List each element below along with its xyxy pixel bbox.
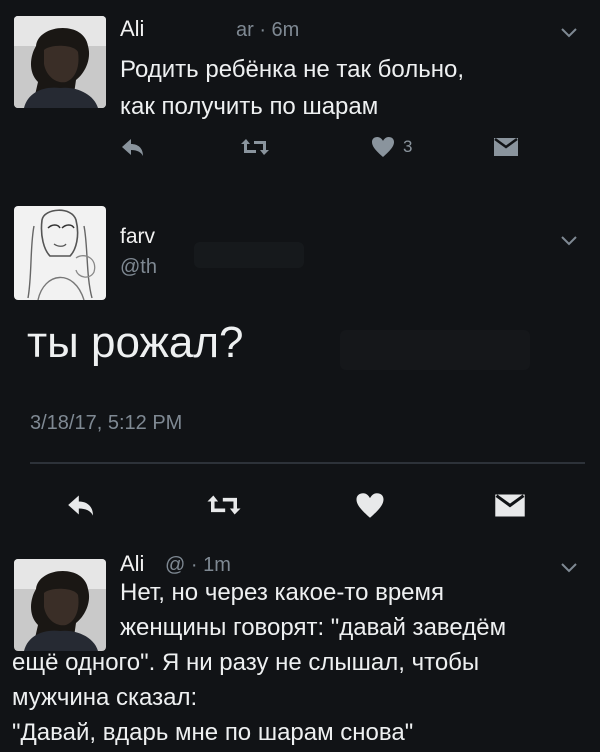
tweet-actions <box>0 492 600 522</box>
blurred-region <box>340 330 530 370</box>
tweet-2[interactable]: farv @th ты рожал? 3/18/17, 5:12 PM <box>0 190 600 540</box>
retweet-icon <box>241 139 269 155</box>
retweet-icon <box>207 495 241 515</box>
tweet-text-line: Родить ребёнка не так больно, <box>120 56 465 83</box>
reply-button[interactable] <box>64 492 96 518</box>
tweet-text: Родить ребёнка не так больно, как получи… <box>120 51 590 125</box>
direct-message-button[interactable] <box>494 492 526 519</box>
tweet-text: ты рожал? <box>27 318 244 367</box>
chevron-down-icon[interactable] <box>561 563 577 573</box>
direct-message-icon <box>494 137 518 156</box>
avatar[interactable] <box>14 206 106 300</box>
avatar-photo <box>14 16 106 108</box>
like-button[interactable] <box>355 492 385 519</box>
direct-message-button[interactable] <box>493 136 519 158</box>
tweet-date: 3/18/17, 5:12 PM <box>30 412 183 434</box>
reply-icon <box>68 495 93 516</box>
tweet-meta: @ · 1m <box>165 554 231 576</box>
tweet-text-line: "Давай, вдарь мне по шарам снова" <box>12 719 414 746</box>
blurred-region <box>194 242 304 268</box>
tweet-text-line: как получить по шарам <box>120 93 379 120</box>
author-name[interactable]: Ali <box>120 551 144 577</box>
like-count: 3 <box>403 137 413 156</box>
chevron-down-icon[interactable] <box>561 236 577 246</box>
author-handle[interactable]: @th <box>120 256 157 279</box>
tweet-text-line: женщины говорят: "давай заведём <box>120 614 507 641</box>
tweet-text-line: мужчина сказал: <box>12 684 198 711</box>
reply-icon <box>122 139 143 156</box>
tweet-3[interactable]: Ali @ · 1m Нет, но через какое-то время … <box>0 545 600 752</box>
reply-button[interactable] <box>119 136 145 158</box>
author-name[interactable]: Ali <box>120 16 144 42</box>
heart-icon <box>356 493 384 518</box>
tweet-1[interactable]: Ali ar · 6m Родить ребёнка не так больно… <box>0 0 600 185</box>
divider <box>30 462 585 464</box>
avatar[interactable] <box>14 16 106 108</box>
like-button[interactable]: 3 <box>371 136 412 158</box>
author-name[interactable]: farv <box>120 225 155 249</box>
tweet-text-line: ещё одного". Я ни разу не слышал, чтобы <box>12 649 480 676</box>
heart-icon <box>372 137 394 157</box>
tweet-text: Нет, но через какое-то время женщины гов… <box>0 575 600 750</box>
retweet-button[interactable] <box>206 492 242 518</box>
tweet-meta: ar · 6m <box>236 19 300 41</box>
tweet-actions: 3 <box>0 136 600 166</box>
chevron-down-icon[interactable] <box>561 28 577 38</box>
tweet-text-line: Нет, но через какое-то время <box>120 579 445 606</box>
avatar-drawing <box>14 206 106 300</box>
direct-message-icon <box>495 494 525 517</box>
retweet-button[interactable] <box>240 136 270 158</box>
